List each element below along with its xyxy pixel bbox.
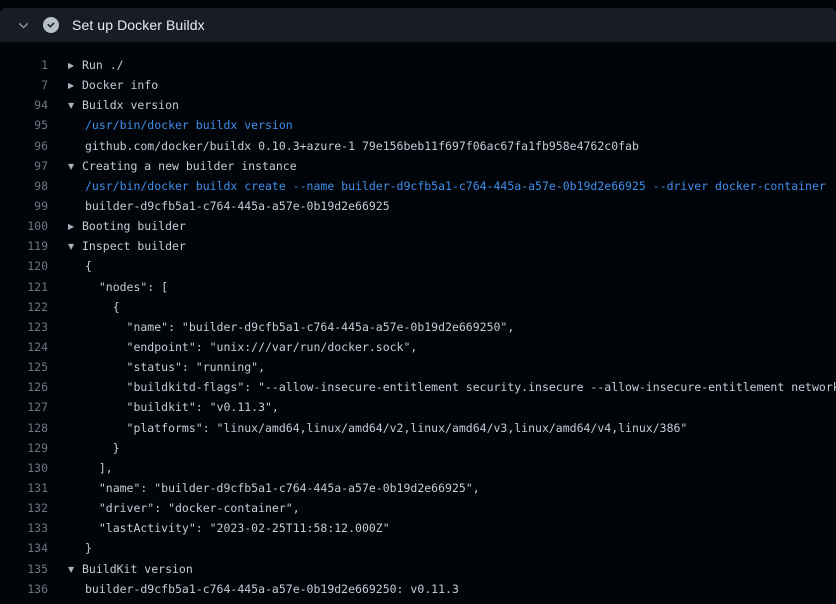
expand-triangle-icon[interactable]: ▶ (68, 217, 82, 237)
collapse-triangle-icon[interactable]: ▼ (68, 157, 82, 177)
log-line: 132 "driver": "docker-container", (0, 498, 836, 518)
output-text: "endpoint": "unix:///var/run/docker.sock… (85, 340, 417, 354)
line-number[interactable]: 126 (0, 377, 48, 397)
log-line: 126 "buildkitd-flags": "--allow-insecure… (0, 377, 836, 397)
log-line: 131 "name": "builder-d9cfb5a1-c764-445a-… (0, 478, 836, 498)
line-number[interactable]: 120 (0, 256, 48, 276)
command-text: /usr/bin/docker buildx create --name bui… (85, 179, 826, 193)
group-title: Run ./ (82, 58, 124, 72)
output-text: "platforms": "linux/amd64,linux/amd64/v2… (85, 421, 687, 435)
collapse-triangle-icon[interactable]: ▼ (68, 237, 82, 257)
output-text: ], (85, 461, 113, 475)
line-number[interactable]: 132 (0, 498, 48, 518)
line-number[interactable]: 125 (0, 357, 48, 377)
line-number[interactable]: 121 (0, 277, 48, 297)
line-number[interactable]: 96 (0, 136, 48, 156)
line-number[interactable]: 122 (0, 297, 48, 317)
log-line: 136 builder-d9cfb5a1-c764-445a-a57e-0b19d… (0, 579, 836, 599)
log-line[interactable]: 1 ▶Run ./ (0, 55, 836, 75)
log-line: 133 "lastActivity": "2023-02-25T11:58:12… (0, 518, 836, 538)
line-number[interactable]: 94 (0, 95, 48, 115)
log-line: 95/usr/bin/docker buildx version (0, 115, 836, 135)
line-number[interactable]: 134 (0, 538, 48, 558)
log-area: 1▶Run ./7▶Docker info94▼Buildx version95… (0, 42, 836, 604)
output-text: "nodes": [ (85, 280, 168, 294)
log-line: 124 "endpoint": "unix:///var/run/docker.… (0, 337, 836, 357)
log-line[interactable]: 97 ▼Creating a new builder instance (0, 156, 836, 176)
group-title: Buildx version (82, 98, 179, 112)
log-line: 123 "name": "builder-d9cfb5a1-c764-445a-… (0, 317, 836, 337)
log-line: 122 { (0, 297, 836, 317)
log-line: 99 builder-d9cfb5a1-c764-445a-a57e-0b19d2… (0, 196, 836, 216)
command-text: /usr/bin/docker buildx version (85, 118, 293, 132)
output-text: "status": "running", (85, 360, 265, 374)
line-number[interactable]: 127 (0, 397, 48, 417)
log-line: 121 "nodes": [ (0, 277, 836, 297)
output-text: "driver": "docker-container", (85, 501, 300, 515)
group-title: Docker info (82, 78, 158, 92)
line-number[interactable]: 100 (0, 216, 48, 236)
group-title: BuildKit version (82, 562, 193, 576)
group-title: Booting builder (82, 219, 186, 233)
group-title: Inspect builder (82, 239, 186, 253)
output-text: "name": "builder-d9cfb5a1-c764-445a-a57e… (85, 481, 480, 495)
line-number[interactable]: 124 (0, 337, 48, 357)
output-text: } (85, 541, 92, 555)
log-line[interactable]: 135 ▼BuildKit version (0, 559, 836, 579)
group-title: Creating a new builder instance (82, 159, 297, 173)
line-number[interactable]: 123 (0, 317, 48, 337)
log-line: 130 ], (0, 458, 836, 478)
line-number[interactable]: 97 (0, 156, 48, 176)
line-number[interactable]: 7 (0, 75, 48, 95)
output-text: "buildkit": "v0.11.3", (85, 400, 279, 414)
output-text: "name": "builder-d9cfb5a1-c764-445a-a57e… (85, 320, 514, 334)
line-number[interactable]: 95 (0, 115, 48, 135)
output-text: { (85, 300, 120, 314)
step-title: Set up Docker Buildx (72, 17, 205, 33)
line-number[interactable]: 128 (0, 418, 48, 438)
log-line[interactable]: 100 ▶Booting builder (0, 216, 836, 236)
output-text: "lastActivity": "2023-02-25T11:58:12.000… (85, 521, 390, 535)
log-line: 128 "platforms": "linux/amd64,linux/amd6… (0, 418, 836, 438)
step-header[interactable]: Set up Docker Buildx (0, 8, 836, 42)
check-circle-icon (43, 17, 59, 33)
output-text: "buildkitd-flags": "--allow-insecure-ent… (85, 380, 836, 394)
line-number[interactable]: 99 (0, 196, 48, 216)
log-line: 98/usr/bin/docker buildx create --name b… (0, 176, 836, 196)
line-number[interactable]: 130 (0, 458, 48, 478)
line-number[interactable]: 119 (0, 236, 48, 256)
output-text: builder-d9cfb5a1-c764-445a-a57e-0b19d2e6… (85, 199, 390, 213)
output-text: { (85, 259, 92, 273)
line-number[interactable]: 1 (0, 55, 48, 75)
expand-triangle-icon[interactable]: ▶ (68, 56, 82, 76)
line-number[interactable]: 133 (0, 518, 48, 538)
log-line: 125 "status": "running", (0, 357, 836, 377)
log-line: 127 "buildkit": "v0.11.3", (0, 397, 836, 417)
log-line[interactable]: 94 ▼Buildx version (0, 95, 836, 115)
chevron-down-icon[interactable] (16, 18, 30, 32)
line-number[interactable]: 136 (0, 579, 48, 599)
line-number[interactable]: 135 (0, 559, 48, 579)
collapse-triangle-icon[interactable]: ▼ (68, 560, 82, 580)
line-number[interactable]: 131 (0, 478, 48, 498)
log-line: 129 } (0, 438, 836, 458)
output-text: github.com/docker/buildx 0.10.3+azure-1 … (85, 139, 639, 153)
output-text: } (85, 441, 120, 455)
expand-triangle-icon[interactable]: ▶ (68, 76, 82, 96)
line-number[interactable]: 98 (0, 176, 48, 196)
actions-log-viewer: Set up Docker Buildx 1▶Run ./7▶Docker in… (0, 0, 836, 604)
log-line[interactable]: 7 ▶Docker info (0, 75, 836, 95)
log-line: 96 github.com/docker/buildx 0.10.3+azure-… (0, 136, 836, 156)
line-number[interactable]: 129 (0, 438, 48, 458)
log-line[interactable]: 119 ▼Inspect builder (0, 236, 836, 256)
log-line: 120 { (0, 256, 836, 276)
output-text: builder-d9cfb5a1-c764-445a-a57e-0b19d2e6… (85, 582, 459, 596)
collapse-triangle-icon[interactable]: ▼ (68, 96, 82, 116)
log-line: 134} (0, 538, 836, 558)
